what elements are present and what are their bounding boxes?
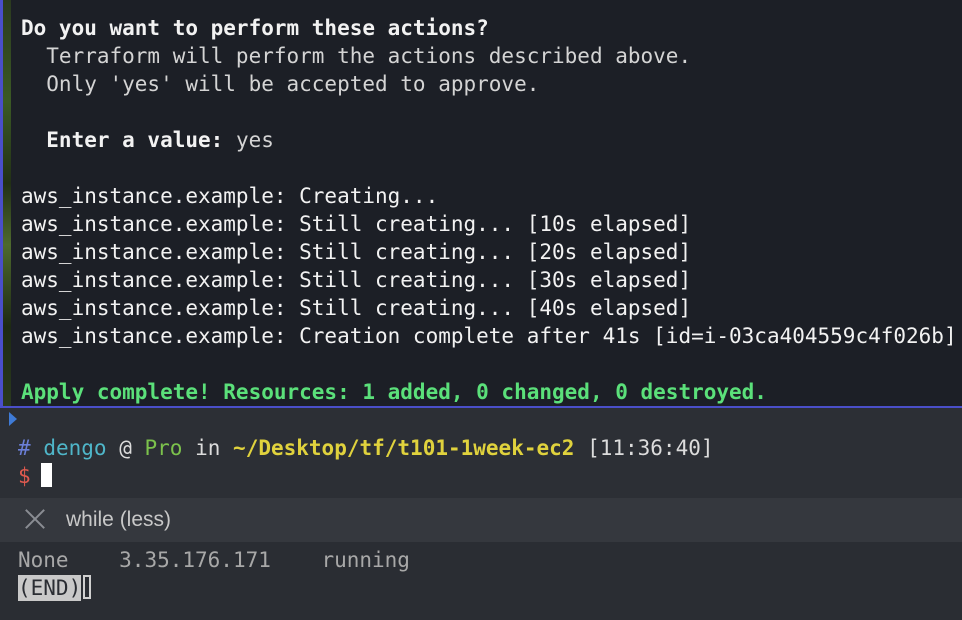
- log-line: aws_instance.example: Creating...: [21, 184, 439, 208]
- less-pane-header: while (less): [0, 498, 962, 543]
- shell-prompt-pane[interactable]: # dengo @ Pro in ~/Desktop/tf/t101-1week…: [0, 408, 962, 499]
- prompt-host: Pro: [144, 436, 183, 460]
- less-output-row: None 3.35.176.171 running: [18, 546, 410, 574]
- less-pane-title: while (less): [66, 508, 172, 531]
- terminal-cursor: [40, 463, 52, 487]
- enter-value-answer: yes: [223, 128, 274, 152]
- prompt-time: [11:36:40]: [587, 436, 714, 460]
- terraform-output-pane[interactable]: Do you want to perform these actions? Te…: [0, 0, 962, 408]
- terraform-output-lines: Do you want to perform these actions? Te…: [21, 14, 957, 406]
- prompt-dollar: $: [18, 464, 31, 488]
- enter-value-label: Enter a value:: [21, 128, 224, 152]
- log-line: aws_instance.example: Creation complete …: [21, 324, 957, 348]
- prompt-at: @: [119, 436, 132, 460]
- log-line: aws_instance.example: Still creating... …: [21, 296, 692, 320]
- log-line: aws_instance.example: Still creating... …: [21, 212, 692, 236]
- confirm-description: Terraform will perform the actions descr…: [21, 44, 692, 68]
- apply-complete-message: Apply complete! Resources: 1 added, 0 ch…: [21, 380, 767, 404]
- prompt-in: in: [195, 436, 221, 460]
- prompt-info-line: # dengo @ Pro in ~/Desktop/tf/t101-1week…: [18, 434, 714, 462]
- pane-marker-icon: [9, 412, 17, 426]
- prompt-user: dengo: [43, 436, 107, 460]
- prompt-path: ~/Desktop/tf/t101-1week-ec2: [233, 436, 575, 460]
- less-pane[interactable]: None 3.35.176.171 running (END): [0, 542, 962, 620]
- log-line: aws_instance.example: Still creating... …: [21, 240, 692, 264]
- less-cursor: [83, 575, 92, 599]
- less-col-state: running: [321, 548, 410, 572]
- wallpaper-edge: [3, 0, 11, 406]
- close-icon[interactable]: [24, 508, 46, 530]
- less-col-name: None: [18, 548, 69, 572]
- less-end-label: (END): [18, 575, 82, 601]
- confirm-instruction: Only 'yes' will be accepted to approve.: [21, 72, 540, 96]
- enter-value-line: Enter a value: yes: [21, 126, 957, 154]
- prompt-input-line[interactable]: $: [18, 462, 52, 490]
- prompt-hash: #: [18, 436, 31, 460]
- less-col-ip: 3.35.176.171: [119, 548, 271, 572]
- log-line: aws_instance.example: Still creating... …: [21, 268, 692, 292]
- confirm-question: Do you want to perform these actions?: [21, 16, 489, 40]
- less-end-row: (END): [18, 574, 92, 602]
